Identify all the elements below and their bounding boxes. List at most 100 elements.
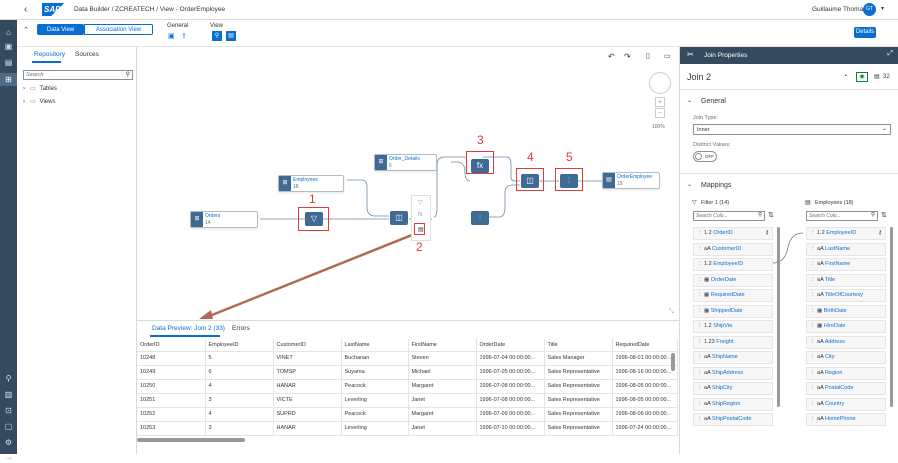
node-order-details[interactable]: ⊞ Order_Details 6 [374, 154, 437, 171]
tab-association-view[interactable]: Association View [84, 24, 153, 35]
monitor-icon[interactable]: ▤ [4, 58, 13, 67]
mapping-column-item[interactable]: ⋮ ▦ BirthDate [806, 304, 886, 318]
collapse-icon[interactable]: ⌃ [23, 26, 29, 34]
table-cell: HANAR [273, 421, 342, 436]
right-search-input[interactable]: Search Colu... ⚲ [806, 211, 878, 221]
column-header[interactable]: OrderDate [476, 339, 545, 352]
back-icon[interactable]: ‹ [24, 4, 27, 15]
node-orders[interactable]: ⊞ Orders 14 [190, 211, 258, 228]
tab-underline [32, 61, 61, 63]
properties-title: Join 2 [687, 72, 712, 82]
mapping-column-item[interactable]: ⋮ aA LastName [806, 242, 886, 256]
catalog-icon[interactable]: ▣ [4, 42, 13, 51]
layout-icon[interactable]: ⚲ [212, 31, 222, 41]
save-icon[interactable]: ▣ [168, 32, 175, 40]
drag-handle-icon: ⋮ [810, 245, 818, 252]
sort-icon[interactable]: ⇅ [768, 211, 774, 219]
column-header[interactable]: LastName [341, 339, 409, 352]
tree-item-tables[interactable]: › ▭ Tables [23, 85, 123, 95]
settings-icon[interactable]: ⚙ [4, 438, 13, 447]
security-icon[interactable]: ⊡ [4, 406, 13, 415]
repository-search-input[interactable]: Search ⚲ [23, 70, 133, 80]
join-type-select[interactable]: Inner ⌄ [693, 124, 891, 135]
drag-handle-icon: ⋮ [697, 369, 705, 376]
table-cell: Janet [408, 393, 477, 408]
drag-handle-icon: ⋮ [810, 323, 818, 329]
mapping-column-item[interactable]: ⋮ aA ShipCity [693, 382, 773, 395]
node-employees[interactable]: ⊞ Employees 18 [278, 175, 344, 192]
chevron-down-icon[interactable]: ▾ [881, 5, 884, 12]
mapping-column-item[interactable]: ⋮ 1.23 Freight [693, 335, 773, 349]
mapping-column-item[interactable]: ⋮ aA CustomerID [693, 242, 773, 256]
mapping-column-item[interactable]: ⋮ aA City [806, 351, 886, 364]
column-header[interactable]: OrderID [137, 339, 206, 352]
mapping-column-item[interactable]: ⋮ ▦ OrderDate [693, 273, 773, 287]
column-header[interactable]: CustomerID [273, 339, 342, 352]
column-header[interactable]: FirstName [408, 339, 477, 352]
tab-errors[interactable]: Errors [232, 325, 250, 332]
left-scrollbar[interactable] [777, 227, 780, 407]
column-header[interactable]: RequiredDate [612, 339, 678, 352]
horizontal-scrollbar[interactable] [137, 438, 245, 442]
lock-icon[interactable]: ▢ [4, 422, 13, 431]
mapping-column-item[interactable]: ⋮ aA Title [806, 273, 886, 287]
mapping-column-item[interactable]: ⋮ aA Region [806, 366, 886, 380]
mapping-column-item[interactable]: ⋮ aA PostalCode [806, 382, 886, 395]
preview-toggle-icon[interactable]: ◉ [856, 72, 868, 82]
mapping-column-item[interactable]: ⋮ 1.2 OrderID ⚷ [693, 227, 773, 240]
sort-icon[interactable]: ⇅ [881, 211, 887, 219]
properties-panel: ✂ Join Properties ⤢ Join 2 ◔ ◉ ▤ 32 ⌄ Ge… [679, 47, 898, 454]
mapping-column-item[interactable]: ⋮ aA ShipAddress [693, 366, 773, 380]
toolbar-group-general: General [167, 23, 189, 29]
mapping-column-item[interactable]: ⋮ aA ShipPostalCode [693, 413, 773, 426]
table-cell: Steven [408, 351, 477, 366]
distinct-values-toggle[interactable]: OFF [693, 151, 717, 162]
clock-icon[interactable]: ◔ [843, 73, 847, 80]
transport-icon[interactable]: ▥ [4, 390, 13, 399]
mapping-column-item[interactable]: ⋮ ▦ HireDate [806, 320, 886, 333]
home-icon[interactable]: ⌂ [4, 28, 13, 37]
chevron-down-icon[interactable]: ⌄ [687, 97, 692, 104]
mapping-column-item[interactable]: ⋮ aA Country [806, 397, 886, 411]
column-name: ShipCity [711, 385, 733, 391]
preview-icon[interactable]: ▤ [226, 31, 236, 41]
avatar[interactable]: GT [863, 3, 876, 16]
column-header[interactable]: EmployeeID [205, 339, 274, 352]
mapping-column-item[interactable]: ⋮ aA Address [806, 335, 886, 349]
join-node-2[interactable]: ◫ [390, 211, 408, 225]
highlight-box-1 [298, 207, 329, 231]
mapping-column-item[interactable]: ⋮ aA FirstName [806, 258, 886, 271]
mapping-column-item[interactable]: ⋮ 1.2 EmployeeID ⚷ [806, 227, 886, 240]
tab-repository[interactable]: Repository [34, 51, 65, 58]
mapping-column-item[interactable]: ⋮ 1.2 EmployeeID [693, 258, 773, 271]
expand-icon[interactable]: ⤢ [887, 50, 893, 58]
vertical-scrollbar[interactable] [671, 353, 675, 371]
resize-handle-icon[interactable]: ⤡ [669, 309, 674, 316]
mapping-column-item[interactable]: ⋮ 1.2 ShipVia [693, 320, 773, 333]
exit-icon[interactable]: ⇥ [4, 454, 13, 463]
left-search-input[interactable]: Search Colu... ⚲ [693, 211, 765, 221]
tab-data-view[interactable]: Data View [37, 24, 84, 35]
column-header[interactable]: Title [544, 339, 613, 352]
graphical-canvas[interactable]: ↶ ↷ ▯ ▭ + − 100% ⊞ Order_Details 6 ⊞ Emp… [137, 47, 679, 320]
join-node-1[interactable]: ⫶ [471, 211, 489, 225]
details-button[interactable]: Details [854, 27, 876, 38]
connections-icon[interactable]: ⚲ [4, 374, 13, 383]
mapping-column-item[interactable]: ⋮ aA ShipName [693, 351, 773, 364]
chevron-down-icon[interactable]: ⌄ [687, 181, 692, 188]
filter-icon[interactable]: ▽ [418, 199, 423, 206]
mapping-column-item[interactable]: ⋮ ▦ ShippedDate [693, 304, 773, 318]
mapping-column-item[interactable]: ⋮ aA ShipRegion [693, 397, 773, 411]
deploy-icon[interactable]: ⇪ [181, 32, 187, 40]
right-scrollbar[interactable] [890, 227, 893, 407]
mapping-column-item[interactable]: ⋮ ▦ RequiredDate [693, 289, 773, 302]
table-cell: 1996-07-08 00:00:00... [476, 393, 545, 408]
tab-data-preview[interactable]: Data Preview: Join 2 (33) [152, 325, 225, 332]
mapping-column-item[interactable]: ⋮ aA HomePhone [806, 413, 886, 426]
data-builder-icon[interactable]: ⊞ [4, 75, 13, 84]
tab-sources[interactable]: Sources [75, 51, 99, 58]
tree-item-views[interactable]: › ▭ Views [23, 98, 123, 108]
node-order-employee[interactable]: ▤ OrderEmployee 19 [602, 172, 660, 189]
function-icon[interactable]: fx [418, 212, 423, 218]
mapping-column-item[interactable]: ⋮ aA TitleOfCourtesy [806, 289, 886, 302]
